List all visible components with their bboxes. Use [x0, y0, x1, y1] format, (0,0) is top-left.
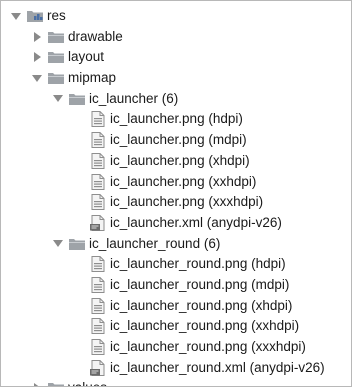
tree-file-row[interactable]: ic_launcher.png (xhdpi): [1, 151, 351, 172]
folder-icon: [47, 49, 65, 65]
file-label: ic_launcher.png (hdpi): [110, 111, 243, 127]
image-file-icon: [89, 194, 107, 211]
image-file-icon: [89, 276, 107, 293]
tree-file-row[interactable]: ic_launcher_round.png (xhdpi): [1, 296, 351, 317]
image-file-icon: [89, 152, 107, 169]
image-file-icon: [89, 318, 107, 335]
tree-file-row[interactable]: ic_launcher.png (mdpi): [1, 130, 351, 151]
folder-icon: [68, 236, 86, 252]
tree-node-ic-launcher-round[interactable]: ic_launcher_round (6): [1, 234, 351, 255]
resource-folder-icon: [26, 8, 44, 24]
file-label: ic_launcher_round.png (xhdpi): [110, 297, 293, 313]
image-file-icon: [89, 132, 107, 149]
expand-arrow-right-icon[interactable]: [31, 51, 43, 63]
tree-file-row[interactable]: ic_launcher.png (xxhdpi): [1, 172, 351, 193]
tree-node-ic-launcher[interactable]: ic_launcher (6): [1, 89, 351, 110]
expand-arrow-right-icon[interactable]: [31, 382, 43, 386]
expand-arrow-right-icon[interactable]: [31, 31, 43, 43]
tree-node-label: drawable: [68, 28, 123, 44]
folder-icon: [47, 380, 65, 386]
tree-node-mipmap[interactable]: mipmap: [1, 68, 351, 89]
folder-icon: [47, 70, 65, 86]
folder-icon: [47, 29, 65, 45]
image-file-icon: [89, 256, 107, 273]
file-label: ic_launcher.png (mdpi): [110, 132, 247, 148]
tree-node-values[interactable]: values: [1, 378, 351, 386]
file-label: ic_launcher_round.xml (anydpi-v26): [110, 359, 325, 375]
project-tree: res drawable layout mipmap ic_launcher (…: [1, 6, 351, 386]
file-label: ic_launcher_round.png (mdpi): [110, 276, 290, 292]
file-label: ic_launcher_round.png (hdpi): [110, 256, 286, 272]
tree-node-drawable[interactable]: drawable: [1, 27, 351, 48]
tree-file-row[interactable]: ic_launcher.xml (anydpi-v26): [1, 213, 351, 234]
tree-node-layout[interactable]: layout: [1, 47, 351, 68]
tree-node-label: layout: [68, 49, 105, 65]
project-tree-panel: res drawable layout mipmap ic_launcher (…: [0, 0, 352, 387]
expand-arrow-down-icon[interactable]: [10, 10, 22, 22]
tree-node-label: ic_launcher (6): [89, 90, 179, 106]
tree-file-row[interactable]: ic_launcher_round.xml (anydpi-v26): [1, 358, 351, 379]
file-label: ic_launcher.png (xhdpi): [110, 152, 250, 168]
tree-node-label: ic_launcher_round (6): [89, 235, 221, 251]
expand-arrow-down-icon[interactable]: [52, 238, 64, 250]
image-file-icon: [89, 173, 107, 190]
expand-arrow-down-icon[interactable]: [52, 93, 64, 105]
tree-file-row[interactable]: ic_launcher_round.png (xxxhdpi): [1, 337, 351, 358]
file-label: ic_launcher_round.png (xxxhdpi): [110, 339, 306, 354]
tree-file-row[interactable]: ic_launcher_round.png (hdpi): [1, 254, 351, 275]
tree-node-res[interactable]: res: [1, 6, 351, 27]
tree-file-row[interactable]: ic_launcher_round.png (mdpi): [1, 275, 351, 296]
file-label: ic_launcher_round.png (xxhdpi): [110, 318, 300, 334]
tree-node-label: mipmap: [68, 70, 117, 86]
expand-arrow-down-icon[interactable]: [31, 72, 43, 84]
file-label: ic_launcher.xml (anydpi-v26): [110, 214, 282, 230]
file-label: ic_launcher.png (xxxhdpi): [110, 194, 264, 210]
image-file-icon: [89, 339, 107, 355]
tree-node-label: values: [68, 380, 107, 386]
tree-file-row[interactable]: ic_launcher.png (hdpi): [1, 109, 351, 130]
folder-icon: [68, 91, 86, 107]
image-file-icon: [89, 111, 107, 128]
tree-file-row[interactable]: ic_launcher.png (xxxhdpi): [1, 192, 351, 213]
tree-file-row[interactable]: ic_launcher_round.png (xxhdpi): [1, 316, 351, 337]
tree-node-label: res: [47, 8, 66, 23]
image-file-icon: [89, 297, 107, 314]
xml-file-icon: [89, 214, 107, 231]
xml-file-icon: [89, 359, 107, 376]
file-label: ic_launcher.png (xxhdpi): [110, 173, 257, 189]
